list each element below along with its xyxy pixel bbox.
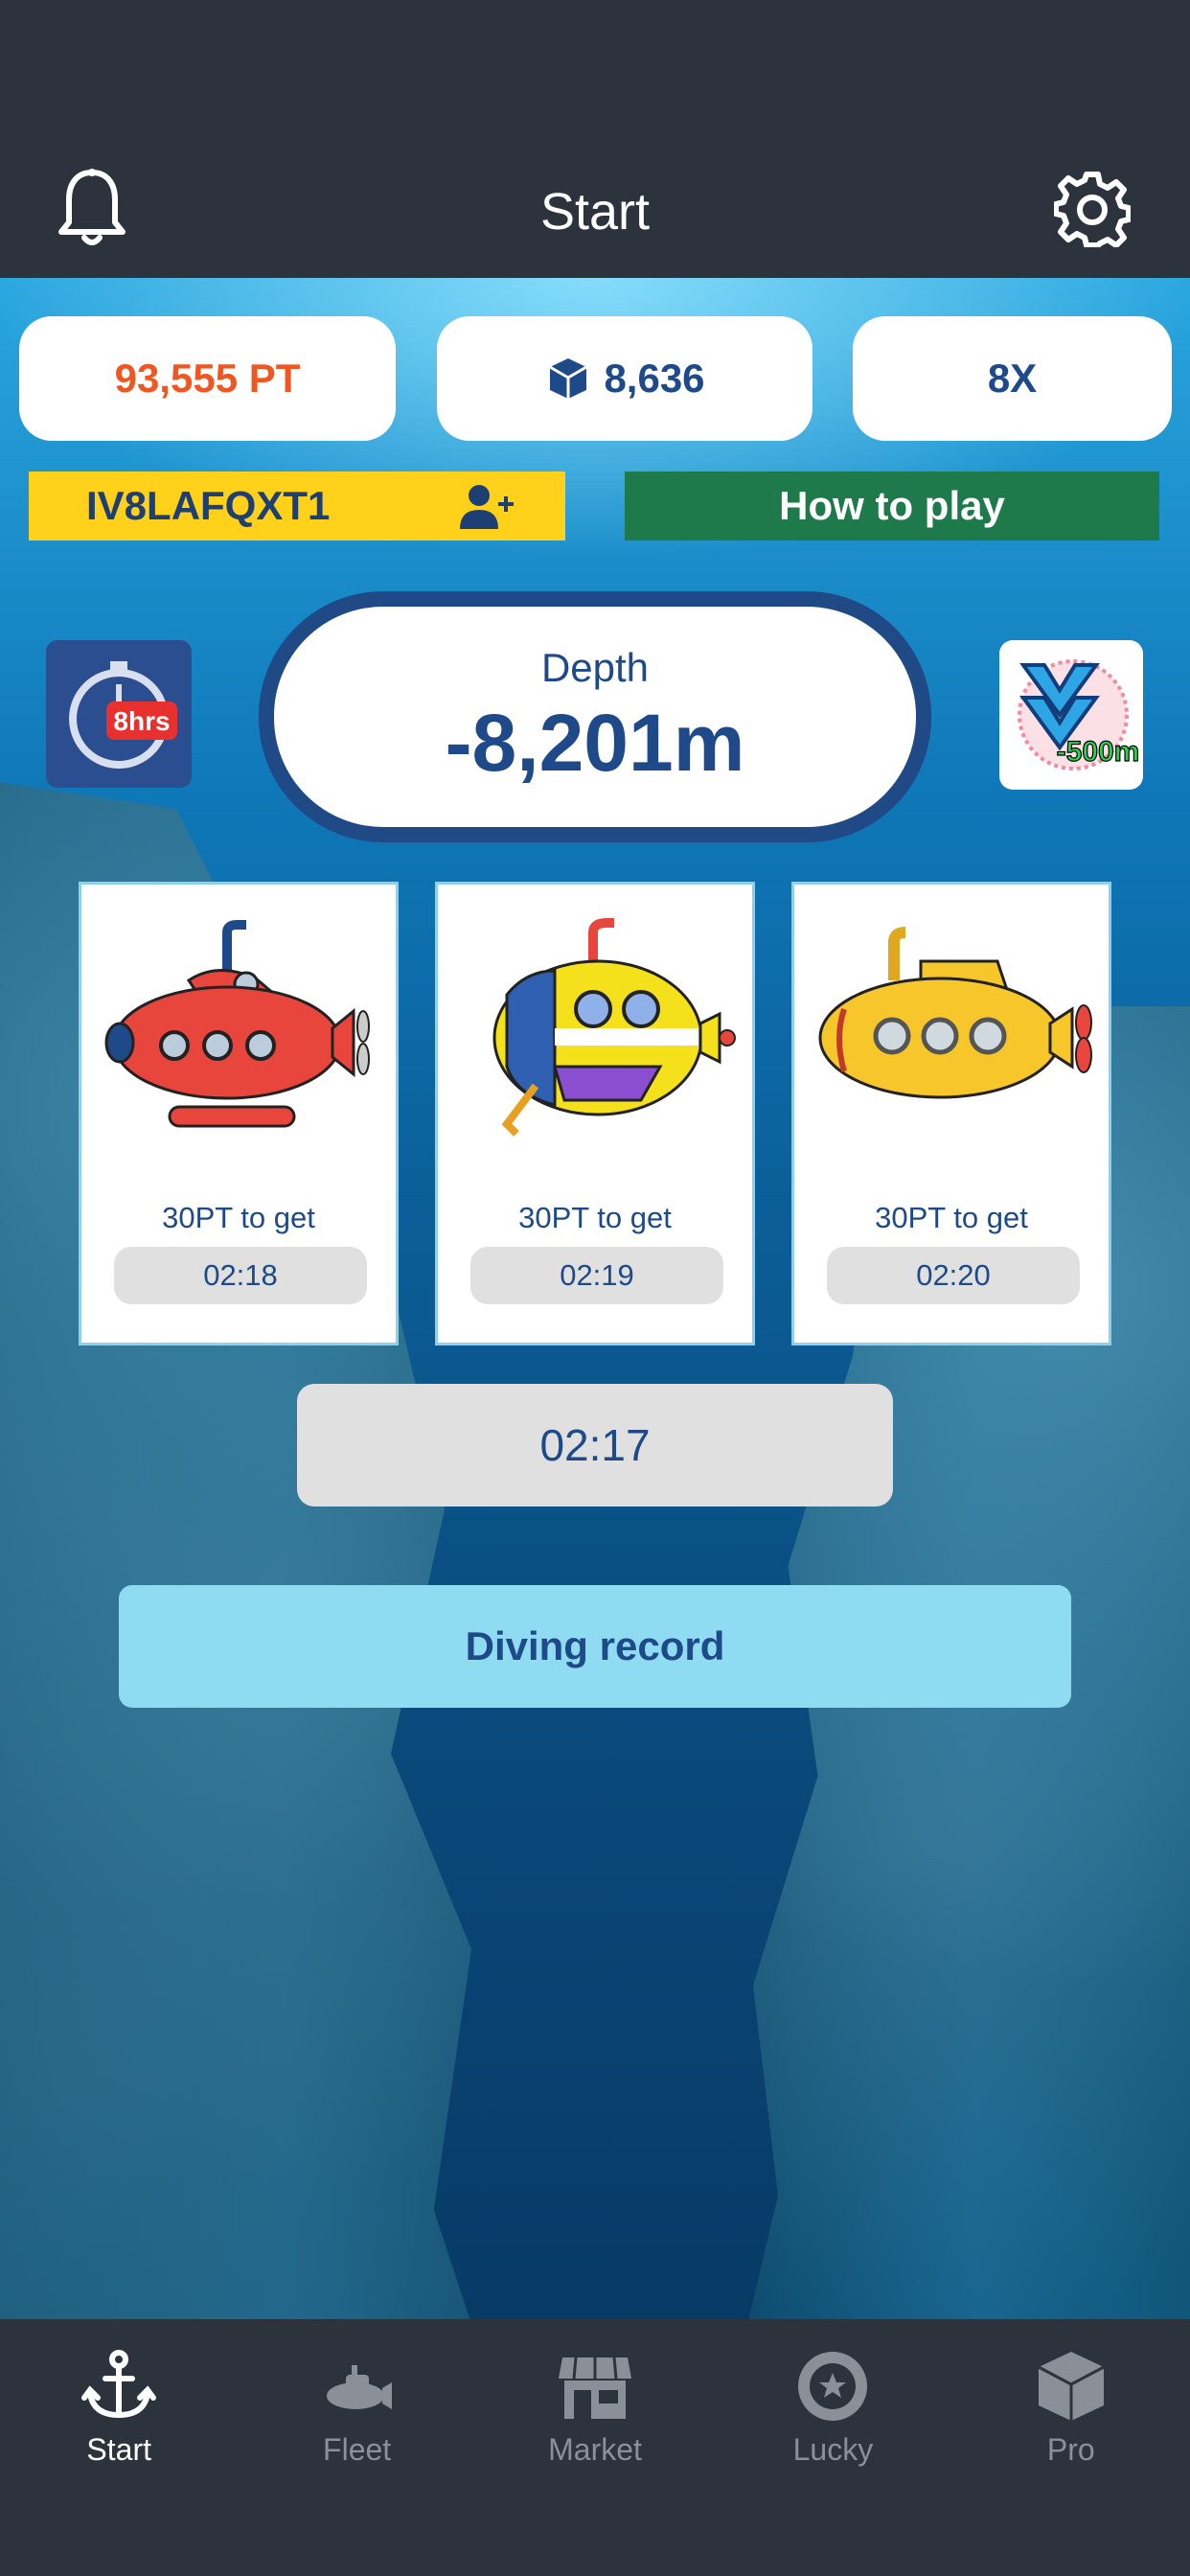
depth-label: Depth xyxy=(540,645,650,690)
red-submarine-icon xyxy=(104,920,370,1128)
invite-code-bar[interactable]: IV8LAFQXT1 xyxy=(29,472,565,540)
dive-500m-button[interactable]: -500m xyxy=(999,640,1143,790)
cubes-balance[interactable]: 8,636 xyxy=(437,316,812,441)
tab-label: Market xyxy=(548,2432,642,2467)
cubes-value: 8,636 xyxy=(604,356,705,401)
invite-code: IV8LAFQXT1 xyxy=(86,483,331,528)
depth-display: Depth -8,201m xyxy=(259,591,931,842)
card-timer: 02:20 xyxy=(827,1247,1080,1304)
tab-label: Lucky xyxy=(792,2432,874,2467)
submarine-card-3[interactable]: 30PT to get 02:20 xyxy=(791,882,1111,1346)
points-value: 93,555 PT xyxy=(114,356,301,401)
page-title: Start xyxy=(539,183,651,241)
how-to-play-button[interactable]: How to play xyxy=(625,472,1159,540)
boost-8hrs-button[interactable]: 8hrs xyxy=(46,640,192,788)
tab-label: Fleet xyxy=(323,2432,392,2467)
boost-hours-text: 8hrs xyxy=(113,706,170,736)
tab-label: Pro xyxy=(1046,2432,1095,2467)
submarine-card-1[interactable]: 30PT to get 02:18 xyxy=(79,882,399,1346)
stopwatch-icon: 8hrs xyxy=(69,661,177,769)
top-bar: Start xyxy=(0,0,1190,278)
main-timer-value: 02:17 xyxy=(539,1420,651,1470)
multiplier-badge[interactable]: 8X xyxy=(853,316,1172,441)
tab-start[interactable]: Start xyxy=(0,2319,238,2576)
dive-chevron-icon: -500m xyxy=(1018,659,1138,770)
add-user-icon[interactable] xyxy=(458,483,517,531)
gear-icon[interactable] xyxy=(1054,171,1131,247)
bottom-tab-bar: Start Fleet Market Lucky Pro xyxy=(0,2319,1190,2576)
card-price: 30PT to get xyxy=(875,1201,1028,1234)
main-timer-button[interactable]: 02:17 xyxy=(297,1384,893,1506)
dive-depth-text: -500m xyxy=(1057,736,1138,768)
wheel-icon xyxy=(798,2352,868,2421)
multiplier-value: 8X xyxy=(987,356,1038,401)
store-icon xyxy=(559,2357,632,2419)
card-timer: 02:19 xyxy=(470,1247,723,1304)
anchor-icon xyxy=(81,2350,157,2419)
tab-market[interactable]: Market xyxy=(476,2319,714,2576)
gold-submarine-icon xyxy=(818,927,1092,1099)
card-price: 30PT to get xyxy=(518,1201,672,1234)
tab-pro[interactable]: Pro xyxy=(952,2319,1190,2576)
yellow-submarine-icon xyxy=(492,918,736,1137)
tab-fleet[interactable]: Fleet xyxy=(238,2319,475,2576)
submarine-icon xyxy=(326,2365,392,2409)
how-to-play-label: How to play xyxy=(779,483,1005,528)
card-timer: 02:18 xyxy=(114,1247,367,1304)
tab-lucky[interactable]: Lucky xyxy=(714,2319,951,2576)
tab-label: Start xyxy=(86,2432,151,2467)
depth-value: -8,201m xyxy=(445,698,745,788)
diving-record-button[interactable]: Diving record xyxy=(119,1585,1071,1708)
card-price: 30PT to get xyxy=(162,1201,315,1234)
diving-record-label: Diving record xyxy=(465,1623,725,1668)
submarine-card-2[interactable]: 30PT to get 02:19 xyxy=(435,882,755,1346)
points-balance[interactable]: 93,555 PT xyxy=(19,316,396,441)
cube-icon xyxy=(1038,2352,1105,2421)
cube-icon xyxy=(549,358,588,399)
